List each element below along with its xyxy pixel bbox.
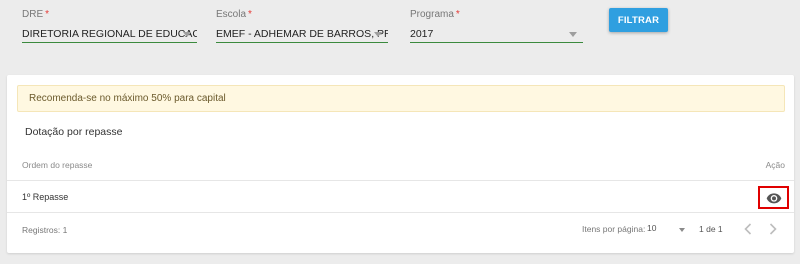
dre-label: DRE * <box>22 9 50 20</box>
view-repasse-button[interactable] <box>758 186 789 209</box>
required-mark: * <box>45 9 50 20</box>
programa-filter: Programa * 2017 <box>410 8 583 43</box>
items-per-page-select[interactable]: 10 <box>647 223 687 237</box>
capital-recommendation-alert: Recomenda-se no máximo 50% para capital <box>17 85 785 112</box>
eye-icon <box>766 192 781 203</box>
column-header-acao: Ação <box>765 160 785 170</box>
chevron-left-icon <box>744 223 752 235</box>
page-range: 1 de 1 <box>699 224 723 234</box>
chevron-right-icon <box>769 223 777 235</box>
table-row-ordem: 1º Repasse <box>22 192 69 202</box>
column-header-ordem[interactable]: Ordem do repasse <box>22 160 92 170</box>
row-divider <box>7 180 794 181</box>
escola-filter: Escola * EMEF - ADHEMAR DE BARROS, PREF. <box>216 8 388 43</box>
next-page-button[interactable] <box>763 219 783 239</box>
programa-select[interactable]: 2017 <box>410 27 583 43</box>
row-divider <box>7 212 794 213</box>
section-title: Dotação por repasse <box>25 126 123 138</box>
dropdown-caret-icon <box>679 228 685 232</box>
programa-select-value: 2017 <box>410 28 434 40</box>
required-mark: * <box>455 9 460 20</box>
results-card: Recomenda-se no máximo 50% para capital … <box>7 75 794 253</box>
dre-filter: DRE * DIRETORIA REGIONAL DE EDUCACAO <box>22 8 197 43</box>
items-per-page-label: Itens por página: <box>582 224 646 234</box>
escola-select-value: EMEF - ADHEMAR DE BARROS, PREF. <box>216 28 388 40</box>
items-per-page-value: 10 <box>647 223 657 233</box>
records-count: Registros: 1 <box>22 225 68 235</box>
filtrar-button[interactable]: FILTRAR <box>609 8 668 32</box>
required-mark: * <box>248 9 252 20</box>
escola-label: Escola * <box>216 9 252 20</box>
previous-page-button[interactable] <box>738 219 758 239</box>
programa-label: Programa * <box>410 9 460 20</box>
dre-select-value: DIRETORIA REGIONAL DE EDUCACAO <box>22 28 197 40</box>
dropdown-caret-icon <box>569 32 577 37</box>
dre-select[interactable]: DIRETORIA REGIONAL DE EDUCACAO <box>22 27 197 43</box>
escola-select[interactable]: EMEF - ADHEMAR DE BARROS, PREF. <box>216 27 388 43</box>
dropdown-caret-icon <box>183 32 191 37</box>
dropdown-caret-icon <box>374 32 382 37</box>
